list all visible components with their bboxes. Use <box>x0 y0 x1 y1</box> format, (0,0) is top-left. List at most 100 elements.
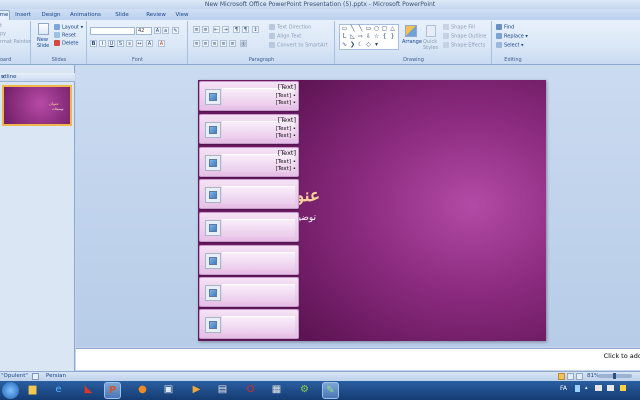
zoom-slider-thumb[interactable] <box>613 373 616 379</box>
diamond-shape-icon[interactable]: ◇ <box>365 42 372 48</box>
convert-smartart-button[interactable]: Convert to SmartArt <box>269 42 328 50</box>
help-icon[interactable] <box>575 385 580 392</box>
justify-button[interactable]: ≡ <box>220 40 227 47</box>
strikethrough-button[interactable]: S <box>117 40 124 47</box>
shapes-gallery[interactable]: ▭ ╲ ╲ ▭ ○ ▢ △ ᒪ ◺ ⇨ ⇩ ☆ { } ∿ ❯ ☾ ◇ ▾ <box>339 24 399 50</box>
item-heading[interactable]: [Text] <box>278 116 296 124</box>
show-hidden-icons[interactable]: ▴ <box>585 385 588 391</box>
format-painter-button[interactable]: rmat Painter <box>0 39 31 46</box>
item-bullet[interactable]: [Text] • <box>276 159 296 165</box>
picture-list-item[interactable] <box>199 277 299 307</box>
picture-list-item[interactable]: [Text] [Text] • [Text] • <box>199 81 299 111</box>
align-center-button[interactable]: ≡ <box>202 40 209 47</box>
insert-picture-icon[interactable] <box>205 253 221 269</box>
bullets-button[interactable]: ≡ <box>193 26 200 33</box>
language-indicator[interactable]: FA <box>560 385 567 392</box>
item-bullet[interactable]: [Text] • <box>276 133 296 139</box>
reset-button[interactable]: Reset <box>54 32 76 40</box>
arrange-icon[interactable] <box>405 25 417 37</box>
tab-review[interactable]: Review <box>145 11 167 20</box>
columns-button[interactable]: ▥ <box>240 40 247 47</box>
tab-insert[interactable]: Insert <box>14 11 32 20</box>
firefox-icon[interactable]: ● <box>134 382 151 399</box>
network-icon[interactable] <box>595 385 602 391</box>
change-case-button[interactable]: A <box>146 40 153 47</box>
rounded-rect-shape-icon[interactable]: ▢ <box>381 26 388 32</box>
item-heading[interactable]: [Text] <box>278 149 296 157</box>
start-button[interactable] <box>2 382 19 399</box>
font-size-field[interactable]: 42 <box>136 27 152 35</box>
more-shapes-icon[interactable]: ▾ <box>373 42 380 48</box>
replace-button[interactable]: Replace ▾ <box>496 33 528 41</box>
triangle-shape-icon[interactable]: △ <box>389 26 396 32</box>
notes-placeholder[interactable]: Click to add <box>604 352 640 360</box>
windows-explorer-icon[interactable]: ▆ <box>24 382 41 399</box>
cut-button[interactable]: t <box>0 23 2 30</box>
shape-fill-button[interactable]: Shape Fill <box>443 24 475 32</box>
rtl-button[interactable]: ¶ <box>233 26 240 33</box>
shape-outline-button[interactable]: Shape Outline <box>443 33 486 41</box>
slide-sorter-icon[interactable] <box>567 373 574 380</box>
bold-button[interactable]: B <box>90 40 97 47</box>
item-bullet[interactable]: [Text] • <box>276 126 296 132</box>
grow-font-button[interactable]: A <box>154 27 161 34</box>
slide-show-icon[interactable] <box>576 373 583 380</box>
item-bullet[interactable]: [Text] • <box>276 100 296 106</box>
line-shape-icon[interactable]: ╲ <box>349 26 356 32</box>
textbox-shape-icon[interactable]: ▭ <box>341 26 348 32</box>
notepad-icon[interactable]: ▤ <box>214 382 231 399</box>
insert-picture-icon[interactable] <box>205 155 221 171</box>
powerpoint-icon[interactable]: P <box>104 382 121 399</box>
tab-animations[interactable]: Animations <box>70 11 101 20</box>
brace-right-shape-icon[interactable]: } <box>389 34 396 40</box>
tab-slide-show[interactable]: Slide Show <box>108 11 136 27</box>
battery-icon[interactable] <box>620 385 626 391</box>
right-arrow-shape-icon[interactable]: ⇨ <box>357 34 364 40</box>
tab-design[interactable]: Design <box>40 11 62 20</box>
chevron-shape-icon[interactable]: ❯ <box>349 42 356 48</box>
quick-styles-icon[interactable] <box>426 25 436 37</box>
normal-view-icon[interactable] <box>558 373 565 380</box>
align-left-button[interactable]: ≡ <box>193 40 200 47</box>
brace-left-shape-icon[interactable]: { <box>381 34 388 40</box>
item-bullet[interactable]: [Text] • <box>276 93 296 99</box>
picture-list-item[interactable] <box>199 309 299 339</box>
rectangle-shape-icon[interactable]: ▭ <box>365 26 372 32</box>
window-icon[interactable]: ▣ <box>160 382 177 399</box>
language-status[interactable]: Persian <box>46 373 66 379</box>
avira-icon[interactable]: ◣ <box>80 382 97 399</box>
italic-button[interactable]: I <box>99 40 106 47</box>
numbering-button[interactable]: ≡ <box>202 26 209 33</box>
text-direction-button[interactable]: Text Direction <box>269 24 311 32</box>
picture-list-item[interactable] <box>199 245 299 275</box>
star-shape-icon[interactable]: ☆ <box>373 34 380 40</box>
tab-view[interactable]: View <box>174 11 190 20</box>
insert-picture-icon[interactable] <box>205 187 221 203</box>
ltr-button[interactable]: ¶ <box>242 26 249 33</box>
insert-picture-icon[interactable] <box>205 220 221 236</box>
internet-explorer-icon[interactable]: e <box>50 382 67 399</box>
media-player-icon[interactable]: ▶ <box>188 382 205 399</box>
item-bullet[interactable]: [Text] • <box>276 166 296 172</box>
underline-button[interactable]: U <box>108 40 115 47</box>
oval-shape-icon[interactable]: ○ <box>373 26 380 32</box>
picture-list-item[interactable]: [Text] [Text] • [Text] • <box>199 147 299 177</box>
picture-list-item[interactable] <box>199 179 299 209</box>
select-button[interactable]: Select ▾ <box>496 42 524 50</box>
volume-icon[interactable] <box>607 385 614 391</box>
slide-thumbnail[interactable]: عنوان توضيحات <box>2 85 72 126</box>
arrow-shape-icon[interactable]: ╲ <box>357 26 364 32</box>
notes-pane[interactable]: Click to add <box>76 348 640 370</box>
lshape-shape-icon[interactable]: ᒪ <box>341 34 348 40</box>
outline-tab[interactable]: utline × <box>0 73 75 82</box>
align-right-button[interactable]: ≡ <box>211 40 218 47</box>
delete-button[interactable]: Delete <box>54 40 78 48</box>
find-button[interactable]: Find <box>496 24 514 32</box>
align-text-button[interactable]: Align Text <box>269 33 301 41</box>
shape-effects-button[interactable]: Shape Effects <box>443 42 485 50</box>
distribute-button[interactable]: ≡ <box>229 40 236 47</box>
shrink-font-button[interactable]: a <box>162 27 169 34</box>
clear-format-button[interactable]: ✎ <box>172 27 179 34</box>
new-slide-icon[interactable] <box>38 23 49 35</box>
font-color-button[interactable]: A <box>158 40 165 47</box>
